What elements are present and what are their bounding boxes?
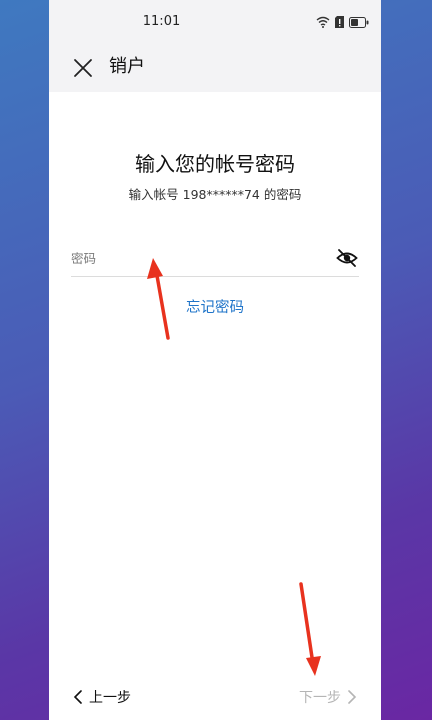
chevron-right-icon bbox=[348, 690, 357, 704]
forgot-password-link[interactable]: 忘记密码 bbox=[49, 297, 381, 319]
status-time: 11:01 bbox=[142, 14, 181, 29]
main-title: 输入您的帐号密码 bbox=[135, 152, 295, 176]
status-icons bbox=[316, 14, 369, 30]
battery-icon bbox=[349, 16, 369, 28]
close-button[interactable] bbox=[71, 56, 95, 80]
toggle-visibility-button[interactable] bbox=[335, 246, 359, 270]
status-bar: 11:01 bbox=[49, 0, 381, 44]
eye-off-icon bbox=[336, 249, 358, 267]
password-field-row bbox=[71, 240, 359, 277]
close-icon bbox=[74, 59, 92, 77]
next-step-button[interactable]: 下一步 bbox=[299, 686, 357, 708]
subtitle: 输入帐号 198******74 的密码 bbox=[128, 187, 302, 202]
previous-step-label: 上一步 bbox=[89, 690, 131, 706]
header-bar: 销户 bbox=[49, 44, 381, 92]
wifi-icon bbox=[316, 16, 330, 28]
previous-step-button[interactable]: 上一步 bbox=[73, 686, 131, 708]
page-title: 销户 bbox=[109, 56, 145, 77]
next-step-label: 下一步 bbox=[299, 690, 341, 706]
sim-alert-icon bbox=[335, 16, 344, 28]
phone-screen: 11:01 销户 输入您的帐号密码 输入帐号 198******74 的密码 忘… bbox=[49, 0, 381, 720]
password-input[interactable] bbox=[71, 246, 321, 270]
chevron-left-icon bbox=[73, 690, 82, 704]
